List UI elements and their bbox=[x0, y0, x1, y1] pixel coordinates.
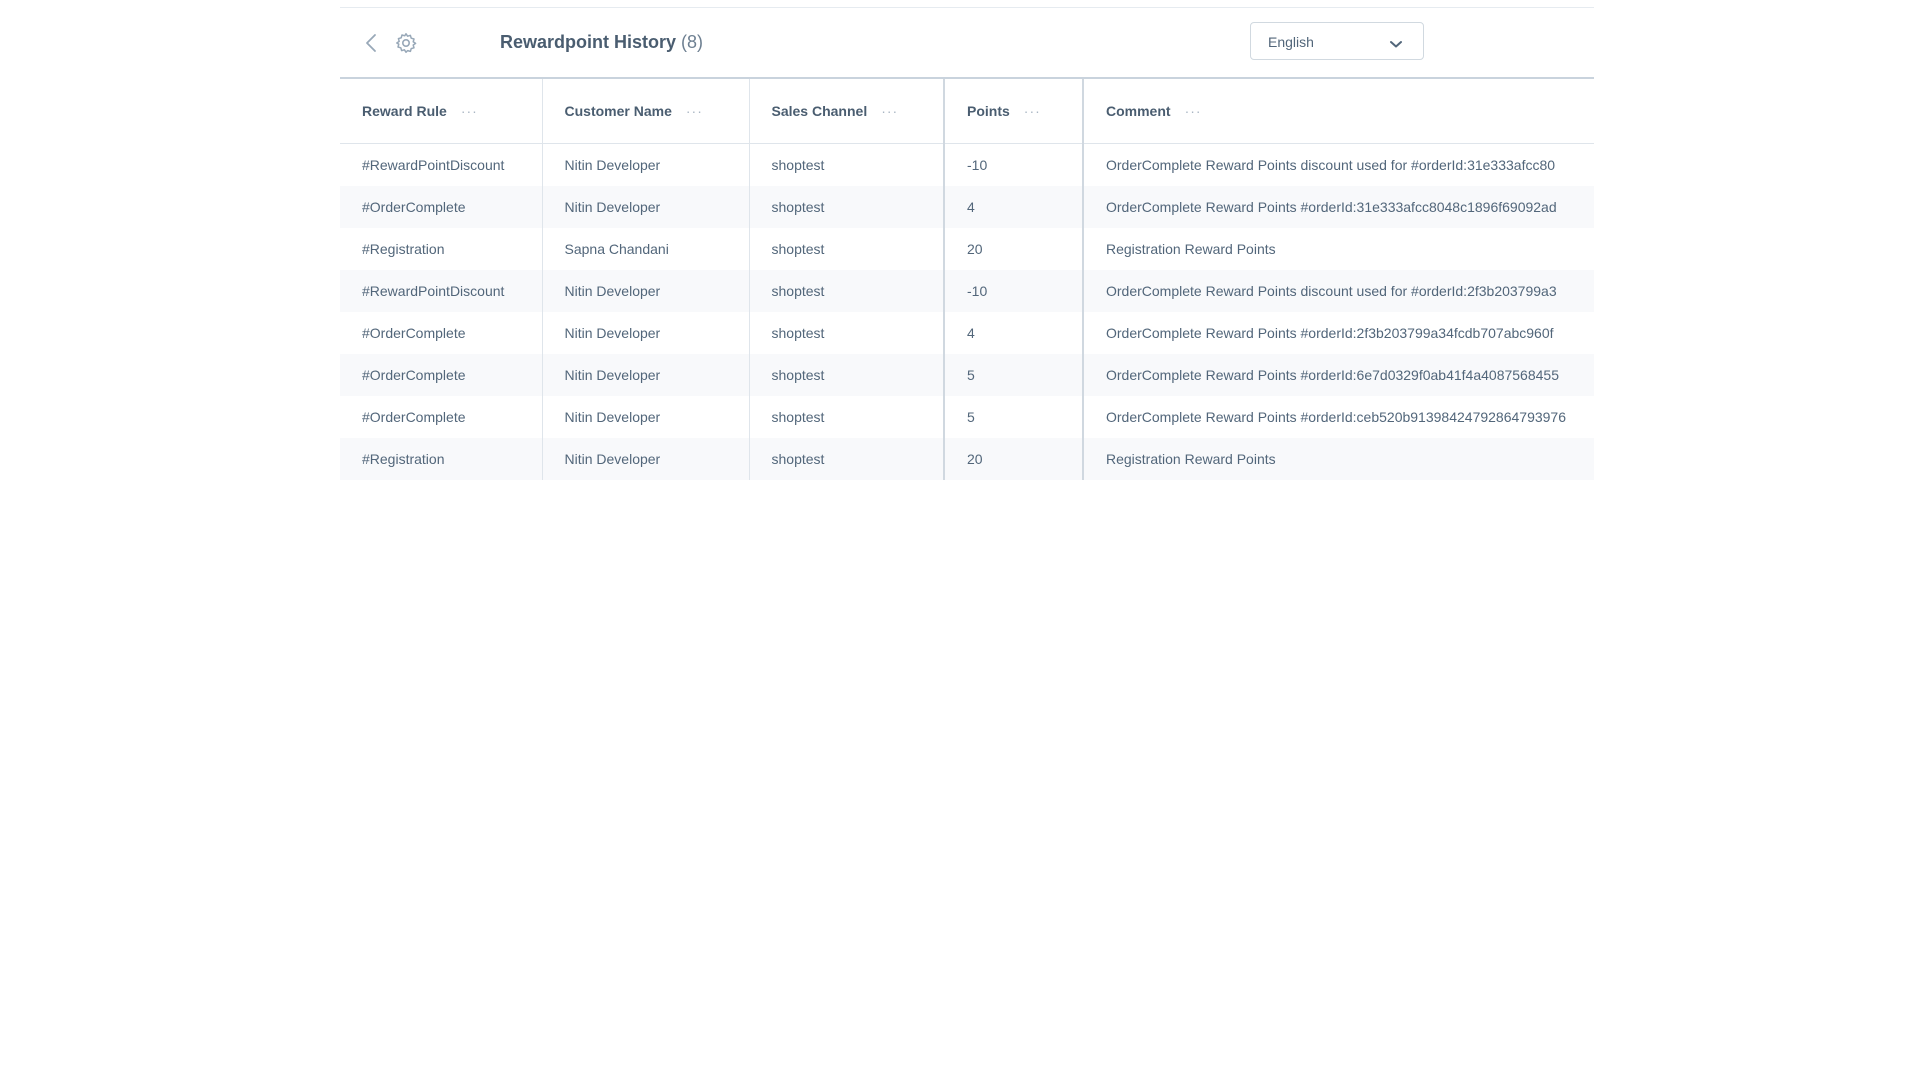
cell-customer-name: Nitin Developer bbox=[542, 186, 750, 228]
column-menu-button[interactable]: ··· bbox=[686, 103, 703, 119]
cell-customer-name: Nitin Developer bbox=[542, 270, 750, 312]
cell-sales-channel: shoptest bbox=[749, 354, 945, 396]
cell-comment: OrderComplete Reward Points discount use… bbox=[1083, 270, 1594, 312]
page-header: Rewardpoint History (8) English bbox=[340, 8, 1594, 79]
column-menu-button[interactable]: ··· bbox=[1185, 103, 1202, 119]
column-label: Reward Rule bbox=[362, 103, 447, 119]
cell-reward-rule: #RewardPointDiscount bbox=[340, 270, 543, 312]
cell-comment: Registration Reward Points bbox=[1083, 438, 1594, 480]
rewardpoint-history-panel: Rewardpoint History (8) English Reward R… bbox=[340, 7, 1594, 483]
language-select[interactable]: English bbox=[1250, 22, 1424, 60]
cell-points: 5 bbox=[944, 354, 1084, 396]
cell-customer-name: Nitin Developer bbox=[542, 354, 750, 396]
cell-customer-name: Nitin Developer bbox=[542, 396, 750, 438]
table-row[interactable]: #Registration Nitin Developer shoptest 2… bbox=[340, 438, 1594, 480]
cell-points: -10 bbox=[944, 143, 1084, 186]
table-row[interactable]: #OrderComplete Nitin Developer shoptest … bbox=[340, 396, 1594, 438]
chevron-left-icon[interactable] bbox=[362, 32, 382, 54]
column-header-customer-name[interactable]: Customer Name ··· bbox=[542, 79, 750, 144]
record-count: (8) bbox=[681, 32, 704, 52]
cell-sales-channel: shoptest bbox=[749, 186, 945, 228]
cell-reward-rule: #OrderComplete bbox=[340, 312, 543, 354]
column-header-points[interactable]: Points ··· bbox=[944, 79, 1084, 144]
column-menu-button[interactable]: ··· bbox=[1024, 103, 1041, 119]
cell-comment: Registration Reward Points bbox=[1106, 241, 1276, 257]
cell-points: -10 bbox=[944, 270, 1084, 312]
cell-points: 5 bbox=[944, 396, 1084, 438]
cell-reward-rule: #RewardPointDiscount bbox=[340, 143, 543, 186]
gear-icon[interactable] bbox=[394, 31, 418, 55]
column-menu-button[interactable]: ··· bbox=[881, 103, 898, 119]
rewardpoint-table: Reward Rule ··· Customer Name ··· Sales Ch… bbox=[340, 79, 1594, 480]
column-label: Customer Name bbox=[564, 103, 672, 119]
cell-reward-rule: #OrderComplete bbox=[340, 354, 543, 396]
column-label: Sales Channel bbox=[771, 103, 868, 119]
cell-points: 20 bbox=[944, 438, 1084, 480]
cell-customer-name: Nitin Developer bbox=[542, 143, 750, 186]
cell-comment: OrderComplete Reward Points #orderId:2f3… bbox=[1106, 325, 1554, 341]
cell-customer-name: Sapna Chandani bbox=[542, 228, 750, 270]
cell-sales-channel: shoptest bbox=[749, 438, 945, 480]
cell-sales-channel: shoptest bbox=[749, 228, 945, 270]
cell-reward-rule: #OrderComplete bbox=[340, 396, 543, 438]
column-header-reward-rule[interactable]: Reward Rule ··· bbox=[340, 79, 543, 144]
cell-sales-channel: shoptest bbox=[749, 396, 945, 438]
table-header-row: Reward Rule ··· Customer Name ··· Sales Ch… bbox=[340, 79, 1594, 144]
chevron-down-icon bbox=[1389, 36, 1403, 48]
table-row[interactable]: #Registration Sapna Chandani shoptest 20… bbox=[340, 228, 1594, 270]
column-menu-button[interactable]: ··· bbox=[461, 103, 478, 119]
cell-reward-rule: #OrderComplete bbox=[340, 186, 543, 228]
language-select-value: English bbox=[1268, 34, 1314, 50]
cell-comment: OrderComplete Reward Points #orderId:ceb… bbox=[1106, 409, 1566, 425]
page-title: Rewardpoint History (8) bbox=[500, 32, 703, 53]
cell-reward-rule: #Registration bbox=[340, 228, 543, 270]
cell-sales-channel: shoptest bbox=[749, 312, 945, 354]
table-row[interactable]: #RewardPointDiscount Nitin Developer sho… bbox=[340, 143, 1594, 186]
table-row[interactable]: #RewardPointDiscount Nitin Developer sho… bbox=[340, 270, 1594, 312]
cell-reward-rule: #Registration bbox=[340, 438, 543, 480]
cell-points: 20 bbox=[944, 228, 1084, 270]
table-row[interactable]: #OrderComplete Nitin Developer shoptest … bbox=[340, 312, 1594, 354]
table-row[interactable]: #OrderComplete Nitin Developer shoptest … bbox=[340, 354, 1594, 396]
cell-points: 4 bbox=[944, 186, 1084, 228]
page-title-text: Rewardpoint History bbox=[500, 32, 677, 52]
cell-sales-channel: shoptest bbox=[749, 143, 945, 186]
cell-comment: OrderComplete Reward Points #orderId:31e… bbox=[1083, 186, 1594, 228]
cell-comment: OrderComplete Reward Points #orderId:6e7… bbox=[1083, 354, 1594, 396]
column-label: Points bbox=[967, 103, 1010, 119]
cell-comment: OrderComplete Reward Points discount use… bbox=[1106, 157, 1556, 173]
cell-customer-name: Nitin Developer bbox=[542, 312, 750, 354]
column-header-comment[interactable]: Comment ··· bbox=[1083, 79, 1594, 144]
table-row[interactable]: #OrderComplete Nitin Developer shoptest … bbox=[340, 186, 1594, 228]
column-label: Comment bbox=[1106, 103, 1171, 119]
cell-sales-channel: shoptest bbox=[749, 270, 945, 312]
cell-points: 4 bbox=[944, 312, 1084, 354]
cell-customer-name: Nitin Developer bbox=[542, 438, 750, 480]
column-header-sales-channel[interactable]: Sales Channel ··· bbox=[749, 79, 945, 144]
